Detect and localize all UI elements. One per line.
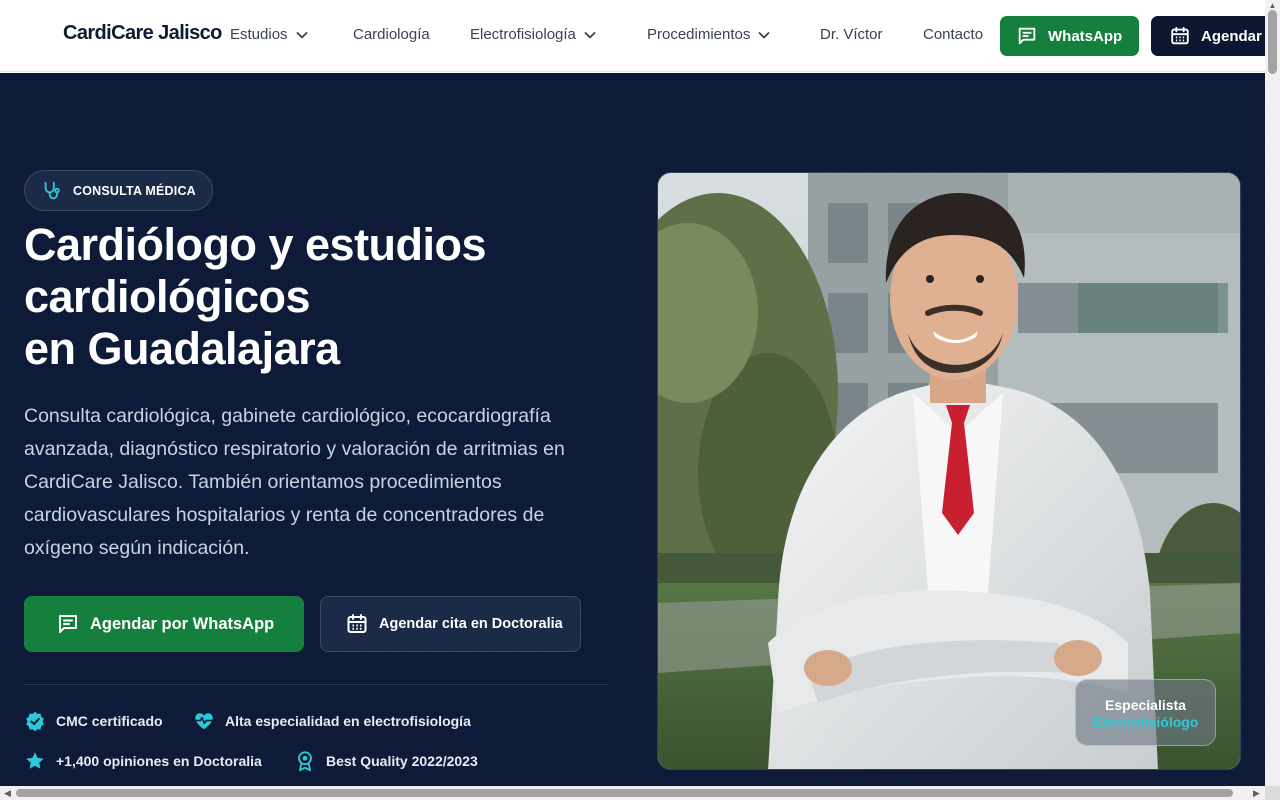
nav-item-label: Cardiología bbox=[353, 26, 430, 43]
chevron-down-icon bbox=[296, 31, 307, 38]
nav-item-label: Procedimientos bbox=[647, 26, 751, 43]
feature-label: CMC certificado bbox=[56, 713, 163, 729]
chat-icon bbox=[59, 615, 77, 633]
nav-item-dr-victor[interactable]: Dr. Víctor bbox=[820, 26, 883, 43]
stethoscope-icon bbox=[44, 181, 60, 199]
agendar-doctoralia-button[interactable]: Agendar cita en Doctoralia bbox=[320, 596, 581, 652]
calendar-icon bbox=[347, 614, 367, 633]
whatsapp-button-label: WhatsApp bbox=[1048, 27, 1123, 45]
nav-item-electrofisiologia[interactable]: Electrofisiología bbox=[470, 26, 598, 43]
brand-logo[interactable]: CardiCare Jalisco bbox=[63, 22, 222, 45]
hero-title: Cardiólogo y estudios cardiológicos en G… bbox=[24, 219, 644, 375]
chat-icon bbox=[1018, 27, 1036, 45]
agendar-whatsapp-button[interactable]: Agendar por WhatsApp bbox=[24, 596, 304, 652]
specialist-card: Especialista Electrofisiólogo bbox=[1075, 679, 1216, 746]
nav-item-label: Dr. Víctor bbox=[820, 26, 883, 43]
agendar-button[interactable]: Agendar bbox=[1151, 16, 1265, 56]
chevron-down-icon bbox=[584, 31, 596, 38]
star-icon bbox=[26, 752, 44, 769]
nav-item-cardiologia[interactable]: Cardiología bbox=[353, 26, 430, 43]
horizontal-scrollbar-thumb[interactable] bbox=[16, 789, 1233, 797]
agendar-doctoralia-label: Agendar cita en Doctoralia bbox=[379, 616, 563, 632]
feature-electrofisiologia: Alta especialidad en electrofisiología bbox=[193, 710, 471, 732]
nav-item-label: Estudios bbox=[230, 26, 288, 43]
vertical-scrollbar[interactable] bbox=[1265, 0, 1280, 800]
whatsapp-button[interactable]: WhatsApp bbox=[1000, 16, 1139, 56]
scroll-left-arrow-icon[interactable]: ◀ bbox=[4, 787, 11, 799]
badge-label: CONSULTA MÉDICA bbox=[73, 183, 196, 198]
nav-item-label: Contacto bbox=[923, 26, 984, 43]
hero-title-line: en Guadalajara bbox=[24, 323, 340, 374]
doctor-photo: Especialista Electrofisiólogo bbox=[657, 172, 1241, 770]
consulta-badge: CONSULTA MÉDICA bbox=[24, 170, 213, 211]
specialist-subtitle: Electrofisiólogo bbox=[1092, 714, 1199, 730]
top-navbar: CardiCare Jalisco Estudios Cardiología E… bbox=[0, 0, 1265, 72]
hero-section: CONSULTA MÉDICA Cardiólogo y estudios ca… bbox=[0, 73, 1265, 787]
nav-item-estudios[interactable]: Estudios bbox=[230, 26, 310, 43]
feature-label: +1,400 opiniones en Doctoralia bbox=[56, 753, 262, 769]
vertical-scrollbar-thumb[interactable] bbox=[1268, 10, 1277, 74]
feature-best-quality: Best Quality 2022/2023 bbox=[294, 750, 478, 772]
award-icon bbox=[298, 751, 312, 772]
agendar-button-label: Agendar bbox=[1201, 27, 1262, 45]
feature-label: Alta especialidad en electrofisiología bbox=[225, 713, 471, 729]
feature-cmc: CMC certificado bbox=[24, 710, 163, 732]
hero-title-line: cardiológicos bbox=[24, 271, 311, 322]
nav-item-contacto[interactable]: Contacto bbox=[923, 26, 983, 43]
scrollbar-corner bbox=[1265, 786, 1280, 800]
specialist-title: Especialista bbox=[1105, 697, 1186, 713]
divider bbox=[24, 684, 609, 685]
nav-item-label: Electrofisiología bbox=[470, 26, 576, 43]
chevron-down-icon bbox=[758, 31, 770, 38]
calendar-icon bbox=[1171, 26, 1189, 45]
agendar-whatsapp-label: Agendar por WhatsApp bbox=[90, 614, 275, 633]
hero-title-line: Cardiólogo y estudios bbox=[24, 219, 487, 270]
feature-label: Best Quality 2022/2023 bbox=[326, 753, 478, 769]
feature-opiniones: +1,400 opiniones en Doctoralia bbox=[24, 750, 262, 772]
hero-description: Consulta cardiológica, gabinete cardioló… bbox=[24, 405, 565, 559]
scroll-right-arrow-icon[interactable]: ▶ bbox=[1253, 787, 1260, 799]
nav-item-procedimientos[interactable]: Procedimientos bbox=[647, 26, 772, 43]
verified-badge-icon bbox=[26, 711, 44, 732]
heart-pulse-icon bbox=[195, 713, 213, 730]
